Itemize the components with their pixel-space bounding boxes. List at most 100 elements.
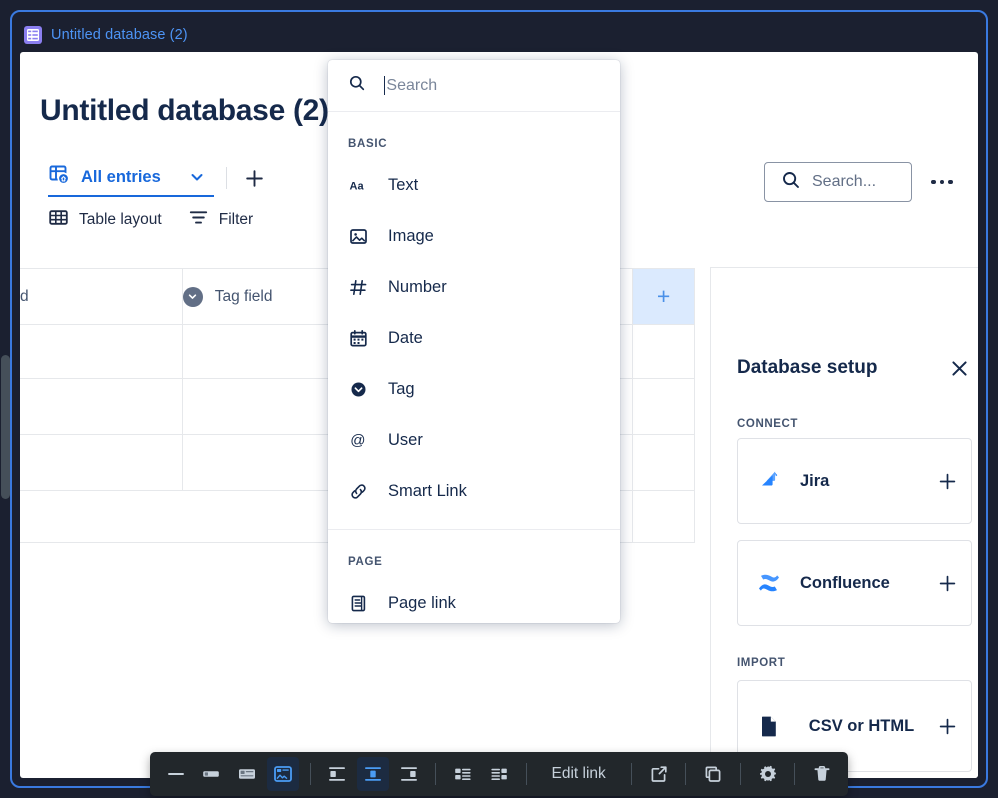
menu-item-label-image: Image: [388, 227, 434, 245]
table-cell: [632, 324, 695, 379]
field-type-menu: Search BASIC Aa Text Image Number Date T…: [328, 60, 620, 623]
connect-card-label-confluence: Confluence: [800, 573, 890, 592]
toolbar-divider: [685, 763, 687, 785]
search-button-label: Search...: [812, 173, 877, 190]
edit-link-button[interactable]: Edit link: [536, 765, 622, 783]
view-tab-label: All entries: [81, 167, 161, 186]
tag-icon: [182, 286, 203, 307]
number-icon: [348, 278, 368, 297]
menu-item-text[interactable]: Aa Text: [328, 160, 620, 211]
filter-label: Filter: [218, 211, 254, 228]
filter-button[interactable]: Filter: [188, 204, 253, 236]
menu-item-image[interactable]: Image: [328, 211, 620, 262]
table-toolbar: Table layout Filter: [48, 202, 253, 238]
table-cell: [632, 434, 695, 491]
table-layout-label: Table layout: [79, 211, 162, 228]
menu-item-label-number: Number: [388, 278, 447, 296]
menu-group-label-page: PAGE: [348, 556, 383, 568]
settings-icon[interactable]: [752, 757, 784, 791]
menu-item-number[interactable]: Number: [328, 262, 620, 313]
menu-item-label-tag: Tag: [388, 380, 415, 398]
page-title: Untitled database (2): [40, 94, 329, 127]
menu-item-date[interactable]: Date: [328, 313, 620, 364]
panel-header: Database setup: [737, 354, 973, 382]
panel-title: Database setup: [737, 357, 878, 378]
table-cell[interactable]: [20, 434, 183, 491]
menu-item-label-page-link: Page link: [388, 594, 456, 612]
search-button[interactable]: Search...: [764, 162, 912, 202]
align-center-icon[interactable]: [357, 757, 389, 791]
small-size-icon[interactable]: [196, 757, 228, 791]
full-width-icon[interactable]: [266, 757, 299, 791]
align-left-icon[interactable]: [322, 757, 354, 791]
table-cell[interactable]: [20, 378, 183, 435]
table-cell[interactable]: [181, 434, 346, 491]
scrollbar-track[interactable]: [0, 0, 11, 798]
toolbar-divider: [309, 763, 311, 785]
menu-item-label-smart-link: Smart Link: [388, 482, 467, 500]
app-root: Untitled database (2) Untitled database …: [0, 0, 998, 798]
delete-icon[interactable]: [806, 757, 838, 791]
close-icon[interactable]: [945, 354, 973, 382]
user-icon: @: [348, 431, 368, 450]
search-icon: [348, 74, 366, 97]
view-bar: All entries: [48, 158, 269, 198]
table-cell[interactable]: [181, 378, 346, 435]
menu-item-page-link[interactable]: Page link: [328, 578, 620, 623]
table-cell: [632, 378, 695, 435]
search-input[interactable]: Search: [384, 76, 600, 95]
database-setup-panel: Database setup CONNECT Jira Confluence I…: [710, 267, 978, 778]
column-header-label-0: d: [20, 287, 29, 305]
toolbar-divider: [525, 763, 527, 785]
more-horizontal-icon: [931, 179, 936, 185]
connect-card-jira[interactable]: Jira: [737, 438, 972, 524]
media-floating-toolbar: Edit link: [150, 752, 848, 796]
breadcrumb[interactable]: Untitled database (2): [24, 24, 188, 46]
scrollbar-thumb[interactable]: [1, 355, 10, 499]
wrap-left-icon[interactable]: [447, 757, 479, 791]
search-icon: [781, 170, 801, 195]
chevron-down-icon[interactable]: [184, 164, 210, 190]
confluence-icon: [738, 570, 800, 596]
copy-icon[interactable]: [697, 757, 729, 791]
plus-icon: +: [656, 282, 671, 309]
menu-item-user[interactable]: @ User: [328, 415, 620, 466]
tag-icon: [348, 380, 368, 399]
medium-size-icon[interactable]: [231, 757, 263, 791]
connect-card-confluence[interactable]: Confluence: [737, 540, 972, 626]
column-header-first[interactable]: d: [20, 268, 183, 325]
table-cell[interactable]: [20, 324, 183, 379]
table-cell[interactable]: [181, 324, 346, 379]
menu-item-label-user: User: [388, 431, 423, 449]
jira-icon: [738, 468, 800, 494]
add-view-button[interactable]: [241, 164, 269, 192]
more-dot-3: [948, 179, 953, 185]
search-input-placeholder: Search: [386, 76, 438, 94]
plus-icon[interactable]: [923, 717, 971, 736]
text-caret: [384, 76, 386, 95]
menu-item-smart-link[interactable]: Smart Link: [328, 466, 620, 517]
smart-link-icon: [348, 482, 368, 501]
add-column-button[interactable]: +: [632, 268, 695, 325]
image-icon: [348, 227, 368, 246]
filter-icon: [188, 207, 209, 233]
more-dot-2: [939, 179, 945, 185]
menu-search-row[interactable]: Search: [328, 60, 620, 112]
date-icon: [348, 329, 368, 348]
view-tab-all-entries[interactable]: All entries: [48, 159, 214, 197]
column-header-tag-field[interactable]: Tag field: [181, 268, 346, 325]
plus-icon[interactable]: [923, 472, 971, 491]
toolbar-divider: [435, 763, 437, 785]
wrap-right-icon[interactable]: [483, 757, 515, 791]
column-header-label-1: Tag field: [214, 287, 273, 305]
page-link-icon: [348, 594, 368, 613]
inline-size-icon[interactable]: [160, 757, 192, 791]
align-right-icon[interactable]: [393, 757, 425, 791]
more-options-button[interactable]: [926, 166, 958, 198]
open-external-icon[interactable]: [643, 757, 675, 791]
menu-item-tag[interactable]: Tag: [328, 364, 620, 415]
table-layout-button[interactable]: Table layout: [48, 204, 162, 236]
text-icon: Aa: [348, 176, 368, 195]
plus-icon[interactable]: [923, 574, 971, 593]
toolbar-divider: [794, 763, 796, 785]
